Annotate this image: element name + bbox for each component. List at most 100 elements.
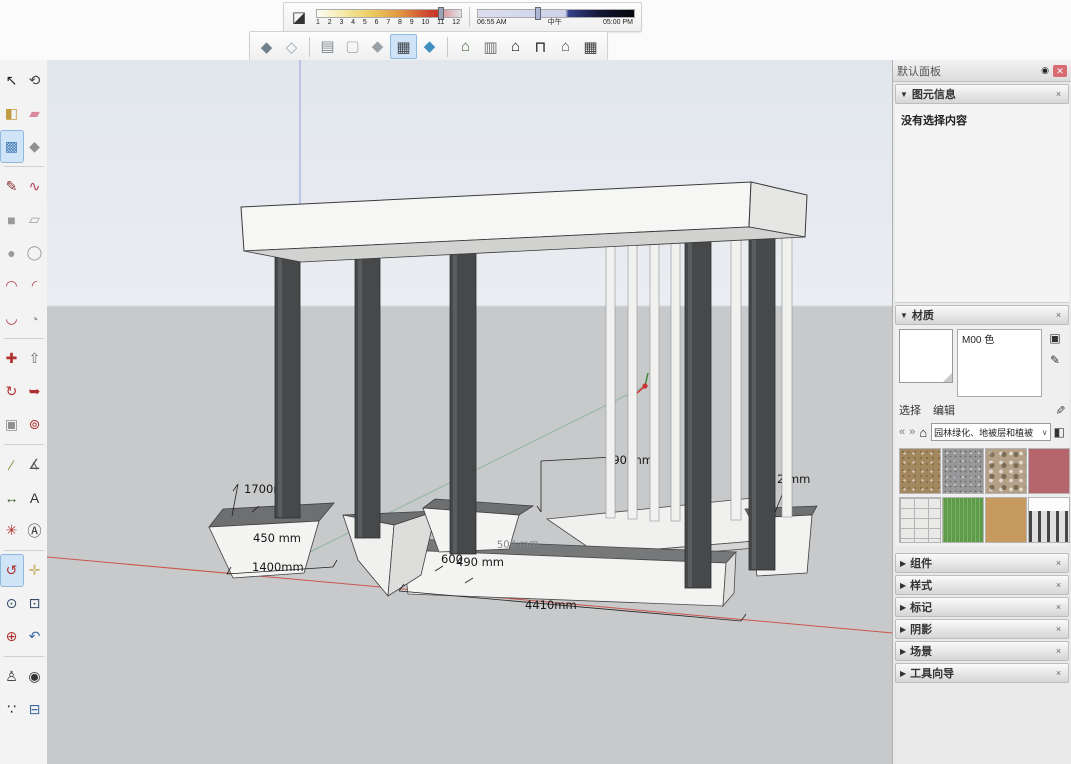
tool-walk[interactable]: ∵ (1, 694, 23, 725)
section-close-icon[interactable]: × (1053, 602, 1064, 612)
section-close-icon[interactable]: × (1053, 558, 1064, 568)
tab-edit[interactable]: 编辑 (933, 402, 955, 418)
zoom-extents-icon: ⊕ (6, 628, 18, 645)
material-swatch-gravel-brown[interactable] (899, 448, 941, 494)
facestyle-shaded[interactable]: ◆ (365, 34, 390, 57)
view-view-left[interactable]: ⌂ (553, 35, 578, 58)
tool-scale[interactable]: ▣ (1, 409, 23, 440)
facestyle-back-edges[interactable]: ◆ (254, 35, 279, 58)
view-view-front[interactable]: ⌂ (503, 35, 528, 58)
tool-eraser[interactable]: ▰ (24, 98, 46, 129)
facestyle-xray[interactable]: ▤ (315, 34, 340, 57)
model-viewport[interactable]: 1700mm 390 mm 2 mm (47, 60, 893, 764)
facestyle-monochrome[interactable]: ◆ (417, 34, 442, 57)
section-close-icon[interactable]: × (1053, 646, 1064, 656)
section-instructor[interactable]: ▶工具向导× (895, 663, 1069, 683)
material-swatch-tan[interactable] (985, 497, 1027, 543)
view-view-back[interactable]: ▦ (578, 35, 603, 58)
tool-zoom-window[interactable]: ⊡ (24, 588, 46, 619)
facestyle-shaded-with-textures[interactable]: ▦ (390, 34, 417, 59)
material-swatch-brick-white[interactable] (899, 497, 941, 543)
tray-close-button[interactable]: ✕ (1053, 65, 1067, 77)
shadow-date-slider[interactable]: 123456789101112 (314, 6, 464, 28)
dimension-label: 450 mm (253, 531, 301, 545)
shadow-toolbar: ◪ 123456789101112 06:55 AM 中午 05:00 PM (283, 2, 642, 32)
material-swatch-gravel-gray[interactable] (942, 448, 984, 494)
section-close-icon[interactable]: × (1053, 624, 1064, 634)
paint-bucket-icon[interactable]: ◧ (1054, 425, 1065, 439)
material-swatch-rose[interactable] (1028, 448, 1070, 494)
materials-header[interactable]: ▼ 材质 × (895, 305, 1069, 325)
tool-line[interactable]: ✎ (1, 171, 23, 202)
tool-rectangle[interactable]: ■ (1, 204, 23, 235)
tool-previous[interactable]: ↶ (24, 621, 46, 652)
tool-text[interactable]: A (24, 482, 46, 513)
home-icon[interactable]: ⌂ (919, 425, 927, 440)
view-view-top[interactable]: ▥ (478, 35, 503, 58)
month-tick: 7 (386, 18, 390, 27)
tool-move[interactable]: ✚ (1, 343, 23, 374)
tool-rotate[interactable]: ↻ (1, 376, 23, 407)
tool-circle[interactable]: ● (1, 237, 23, 268)
tool-orbit[interactable]: ↺ (1, 555, 23, 586)
tool-pan[interactable]: ✛ (24, 555, 46, 586)
tool-three-d-text[interactable]: Ⓐ (24, 515, 46, 546)
entity-info-close-icon[interactable]: × (1053, 89, 1064, 99)
pin-icon[interactable]: ◉ (1041, 65, 1049, 76)
collection-dropdown[interactable]: 园林绿化、地被层和植被 ∨ (931, 423, 1051, 441)
material-name-input[interactable] (960, 332, 1040, 345)
tool-section-plane[interactable]: ⊟ (24, 694, 46, 725)
view-view-iso[interactable]: ⌂ (453, 35, 478, 58)
tool-two-point-arc[interactable]: ◜ (24, 270, 46, 301)
tool-flat-plane[interactable]: ◆ (24, 131, 46, 162)
materials-close-icon[interactable]: × (1053, 310, 1064, 320)
tool-offset[interactable]: ⊚ (24, 409, 46, 440)
tool-protractor[interactable]: ∡ (24, 449, 46, 480)
tool-texture-box[interactable]: ▩ (1, 131, 23, 162)
back-arrow-icon[interactable]: « (899, 426, 905, 438)
tool-axes[interactable]: ✳ (1, 515, 23, 546)
section-close-icon[interactable]: × (1053, 668, 1064, 678)
section-components[interactable]: ▶组件× (895, 553, 1069, 573)
tool-make-component[interactable]: ⟲ (24, 65, 46, 96)
tool-dimension[interactable]: ↔ (1, 482, 23, 513)
shadow-time-slider[interactable]: 06:55 AM 中午 05:00 PM (475, 6, 637, 28)
tool-position-camera[interactable]: ♙ (1, 661, 23, 692)
tool-tape-measure[interactable]: ∕ (1, 449, 23, 480)
tool-arc[interactable]: ◠ (1, 270, 23, 301)
section-styles[interactable]: ▶样式× (895, 575, 1069, 595)
material-swatch-fence[interactable] (1028, 497, 1070, 543)
section-scenes[interactable]: ▶场景× (895, 641, 1069, 661)
view-right-icon: ⊓ (535, 38, 547, 56)
entity-info-header[interactable]: ▼ 图元信息 × (895, 84, 1069, 104)
section-shadows[interactable]: ▶阴影× (895, 619, 1069, 639)
tool-push-pull[interactable]: ⇧ (24, 343, 46, 374)
tool-zoom[interactable]: ⊙ (1, 588, 23, 619)
shadow-toggle-button[interactable]: ◪ (288, 6, 310, 28)
tool-paint-bucket[interactable]: ◧ (1, 98, 23, 129)
create-material-icon[interactable]: ▣ (1046, 329, 1064, 347)
tool-polygon[interactable]: ◯ (24, 237, 46, 268)
tool-zoom-extents[interactable]: ⊕ (1, 621, 23, 652)
tool-follow-me[interactable]: ➥ (24, 376, 46, 407)
zoom-window-icon: ⊡ (29, 595, 41, 612)
facestyle-wireframe[interactable]: ◇ (279, 35, 304, 58)
facestyle-hidden-line[interactable]: ▢ (340, 34, 365, 57)
forward-arrow-icon[interactable]: » (909, 426, 915, 438)
tool-pie[interactable]: ◔ (24, 303, 46, 334)
section-close-icon[interactable]: × (1053, 580, 1064, 590)
section-tags[interactable]: ▶标记× (895, 597, 1069, 617)
tool-freehand[interactable]: ∿ (24, 171, 46, 202)
month-tick: 1 (316, 18, 320, 27)
paint-sample-icon[interactable]: ✎ (1046, 351, 1064, 369)
view-view-right[interactable]: ⊓ (528, 35, 553, 58)
tool-rotated-rectangle[interactable]: ▱ (24, 204, 46, 235)
view-top-icon: ▥ (483, 38, 497, 56)
material-swatch-grass-green[interactable] (942, 497, 984, 543)
eyedropper-icon[interactable]: ✎ (1053, 405, 1067, 415)
tab-select[interactable]: 选择 (899, 402, 921, 418)
tool-select[interactable]: ↖ (1, 65, 23, 96)
tool-three-point-arc[interactable]: ◡ (1, 303, 23, 334)
tool-look-around[interactable]: ◉ (24, 661, 46, 692)
material-swatch-pebbles[interactable] (985, 448, 1027, 494)
